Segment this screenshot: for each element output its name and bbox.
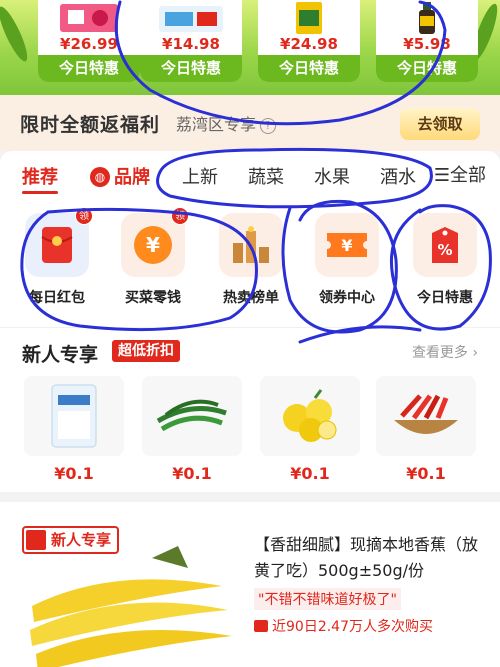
product-thumbnail (258, 0, 360, 34)
product-thumbnail (376, 0, 478, 34)
all-categories-button[interactable]: ☰全部 (427, 161, 486, 187)
brand-icon: ◍ (90, 167, 110, 187)
product-image (376, 376, 476, 456)
service-coupon-center[interactable]: ¥ 领券中心 (298, 213, 396, 307)
tab-wine[interactable]: 酒水 (380, 163, 416, 189)
svg-text:%: % (437, 241, 452, 259)
product-thumbnail (38, 0, 140, 34)
yuan-coin-icon: ¥ 领 (121, 207, 189, 277)
tab-brand[interactable]: ◍ 品牌 (90, 163, 150, 189)
benefit-title: 限时全额返福利 (20, 113, 161, 136)
product-image (260, 376, 360, 456)
menu-icon: ☰ (433, 165, 450, 186)
product-price: ¥0.1 (172, 464, 212, 483)
tab-recommend[interactable]: 推荐 (22, 163, 58, 189)
service-label: 热卖榜单 (223, 290, 279, 306)
tab-fruits[interactable]: 水果 (314, 163, 350, 189)
service-today-deals[interactable]: % 今日特惠 (396, 213, 494, 307)
product-price: ¥0.1 (54, 464, 94, 483)
service-grocery-change[interactable]: ¥ 领 买菜零钱 (104, 207, 202, 307)
promo-price: ¥5.98 (403, 35, 451, 53)
active-tab-indicator (22, 191, 58, 194)
section-title: 新人专享 (22, 344, 99, 366)
new-user-tag: 新人专享 (22, 526, 120, 554)
svg-text:¥: ¥ (341, 236, 352, 255)
svg-text:¥: ¥ (146, 233, 160, 257)
service-grid: 领 每日红包 ¥ 领 买菜零钱 热卖榜单 ¥ 领券中心 % 今日特惠 (0, 199, 500, 327)
sales-text: 近90日2.47万人多次购买 (272, 619, 433, 635)
tab-new[interactable]: 上新 (182, 163, 218, 189)
service-label: 每日红包 (29, 290, 85, 306)
new-user-section: 新人专享 超低折扣 查看更多 › ¥0.1 ¥0.1 ¥0.1 ¥0.1 (0, 327, 500, 492)
red-envelope-icon: 领 (25, 207, 93, 277)
product-card[interactable]: 新人专享 【香甜细腻】现摘本地香蕉（放黄了吃）500g±50g/份 "不错不错味… (0, 502, 500, 667)
chevron-right-icon: › (472, 345, 478, 361)
promo-price: ¥26.99 (60, 35, 118, 53)
low-discount-badge: 超低折扣 (112, 340, 180, 362)
promo-card[interactable]: ¥24.98 今日特惠 (258, 0, 360, 82)
promo-card[interactable]: ¥26.99 今日特惠 (38, 0, 140, 82)
promo-card[interactable]: ¥5.98 今日特惠 (376, 0, 478, 82)
service-daily-redpacket[interactable]: 领 每日红包 (8, 207, 106, 307)
product-item[interactable]: ¥0.1 (372, 376, 480, 483)
promo-card[interactable]: ¥14.98 今日特惠 (140, 0, 242, 82)
product-price: ¥0.1 (406, 464, 446, 483)
service-hot-ranking[interactable]: 热卖榜单 (202, 213, 300, 307)
tab-vegetables[interactable]: 蔬菜 (248, 163, 284, 189)
user-icon (26, 530, 46, 550)
sales-info: 近90日2.47万人多次购买 (254, 616, 433, 636)
view-more-label: 查看更多 (411, 345, 468, 361)
product-title: 【香甜细腻】现摘本地香蕉（放黄了吃）500g±50g/份 (254, 535, 479, 580)
product-item[interactable]: ¥0.1 (138, 376, 246, 483)
new-user-tag-label: 新人专享 (51, 531, 112, 549)
promo-price: ¥24.98 (280, 35, 338, 53)
promo-tag: 今日特惠 (376, 55, 478, 82)
coupon-icon: ¥ (315, 213, 379, 277)
app-page: ¥26.99 今日特惠 ¥14.98 今日特惠 ¥24.98 今日特惠 ¥5.9… (0, 0, 500, 667)
product-image (24, 376, 124, 456)
discount-tag-icon: % (413, 213, 477, 277)
service-label: 领券中心 (319, 290, 375, 306)
promo-tag: 今日特惠 (140, 55, 242, 82)
review-quote: "不错不错味道好极了" (254, 588, 401, 610)
product-image (142, 376, 242, 456)
product-thumbnail (140, 0, 242, 34)
leaf-decoration (0, 3, 33, 65)
ranking-icon (219, 213, 283, 277)
promo-tag: 今日特惠 (258, 55, 360, 82)
badge-claim: 领 (171, 207, 189, 225)
all-label: 全部 (450, 165, 486, 186)
service-label: 今日特惠 (417, 290, 473, 306)
help-icon[interactable]: ? (260, 117, 277, 134)
promo-tag: 今日特惠 (38, 55, 140, 82)
location-text: 荔湾区专享 (176, 115, 257, 134)
promo-price: ¥14.98 (162, 35, 220, 53)
claim-button[interactable]: 去领取 (400, 108, 480, 140)
basket-icon (254, 620, 268, 632)
view-more-link[interactable]: 查看更多 › (412, 342, 478, 362)
service-label: 买菜零钱 (125, 290, 181, 306)
product-item[interactable]: ¥0.1 (256, 376, 364, 483)
product-price: ¥0.1 (290, 464, 330, 483)
tab-brand-label: 品牌 (114, 167, 150, 188)
badge-claim: 领 (75, 207, 93, 225)
benefit-bar: 限时全额返福利 荔湾区专享? 去领取 (0, 95, 500, 151)
product-item[interactable]: ¥0.1 (20, 376, 128, 483)
promo-strip: ¥26.99 今日特惠 ¥14.98 今日特惠 ¥24.98 今日特惠 ¥5.9… (0, 0, 500, 95)
location-label: 荔湾区专享? (176, 111, 277, 135)
category-tabs: 推荐 ◍ 品牌 上新 蔬菜 水果 酒水 ☰全部 (0, 151, 500, 199)
